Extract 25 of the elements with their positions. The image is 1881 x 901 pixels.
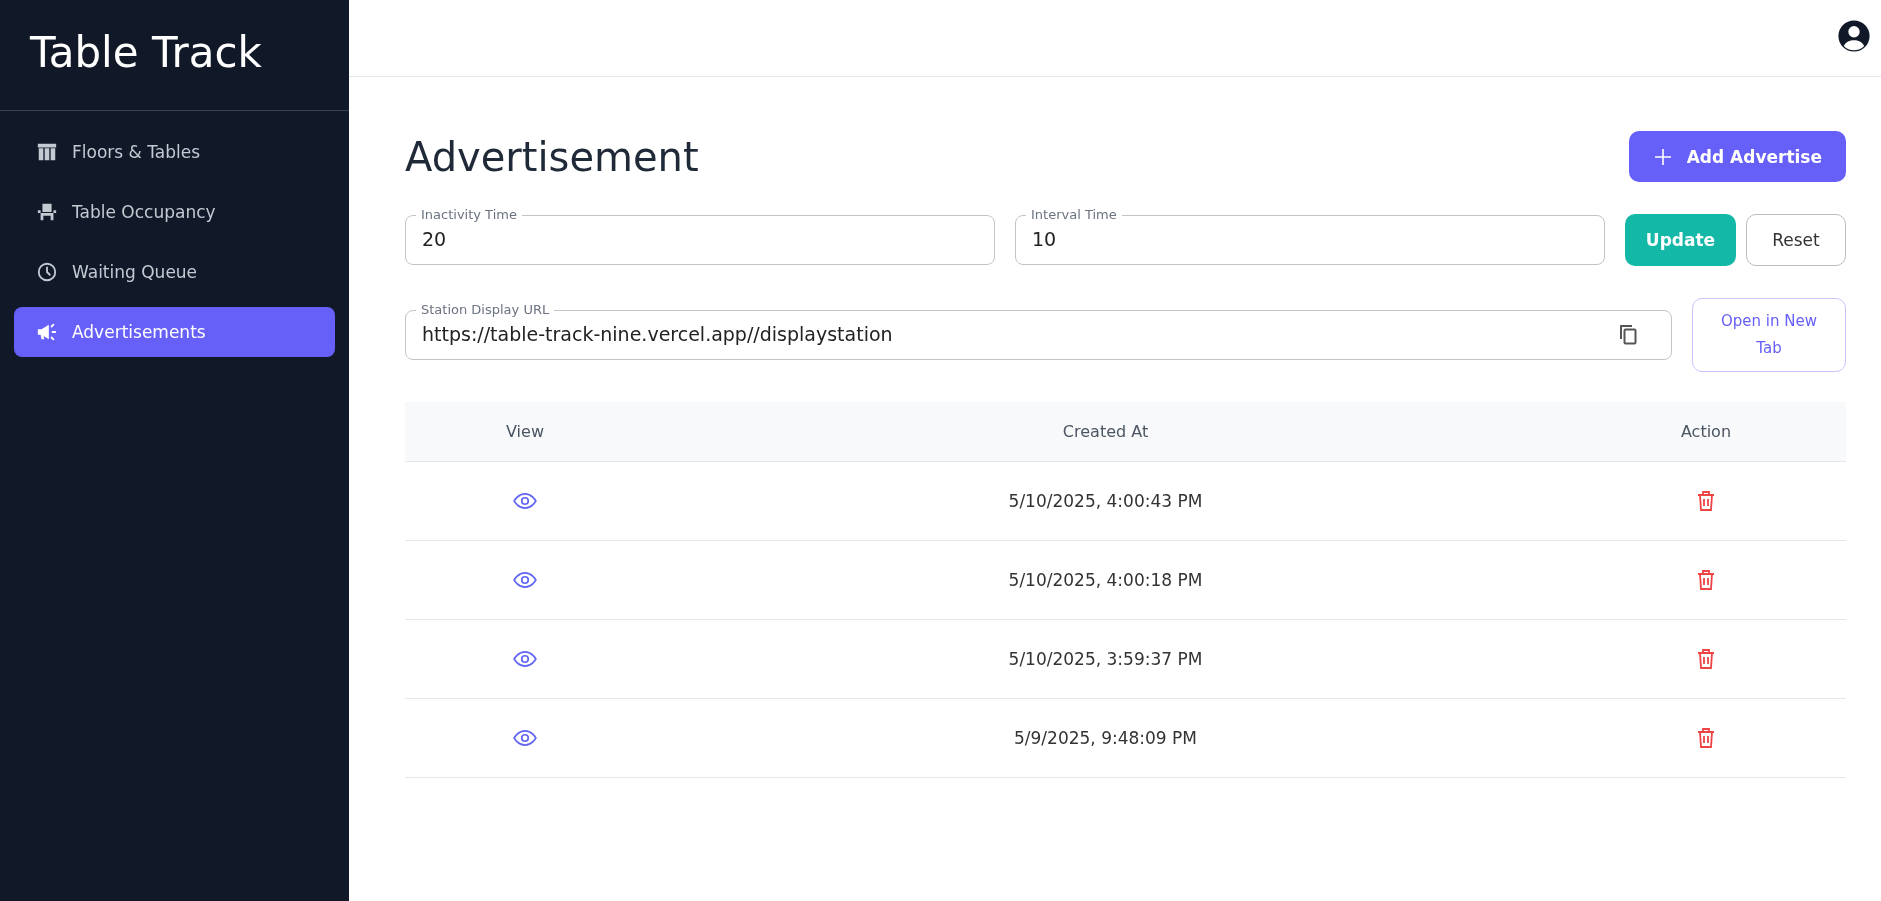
chair-icon	[36, 201, 58, 223]
sidebar-item[interactable]: Table Occupancy	[14, 187, 335, 237]
table-icon	[36, 141, 58, 163]
table-cell-text: 5/9/2025, 9:48:09 PM	[1013, 728, 1198, 748]
sidebar-item[interactable]: Waiting Queue	[14, 247, 335, 297]
plus-icon	[1652, 146, 1673, 167]
clock-icon	[36, 261, 58, 283]
table-cell-text: 5/10/2025, 3:59:37 PM	[1007, 649, 1204, 669]
add-advertise-button[interactable]: Add Advertise	[1628, 131, 1846, 182]
url-field[interactable]: Station Display URL https://table-track-nine.vercel.app//displaystation	[405, 302, 1672, 360]
sidebar-item[interactable]: Floors & Tables	[14, 127, 335, 177]
input-field[interactable]: Inactivity Time 20	[405, 207, 995, 265]
page-title: Advertisement	[405, 133, 699, 180]
megaphone-icon	[36, 321, 58, 343]
column-header: Action	[1679, 422, 1733, 441]
sidebar-item[interactable]: Advertisements	[14, 307, 335, 357]
column-header: Created At	[1061, 422, 1150, 441]
column-header: View	[505, 422, 545, 441]
app-title: Table Track	[29, 27, 263, 79]
table-cell-text: 5/10/2025, 4:00:18 PM	[1007, 570, 1204, 590]
table-cell-text: 5/10/2025, 4:00:43 PM	[1007, 491, 1204, 511]
account-icon[interactable]	[1837, 19, 1871, 53]
input-field[interactable]: Interval Time 10	[1015, 207, 1605, 265]
reset-button[interactable]: Reset	[1746, 214, 1846, 266]
open-in-new-tab-button[interactable]: Open in New Tab	[1692, 298, 1846, 372]
